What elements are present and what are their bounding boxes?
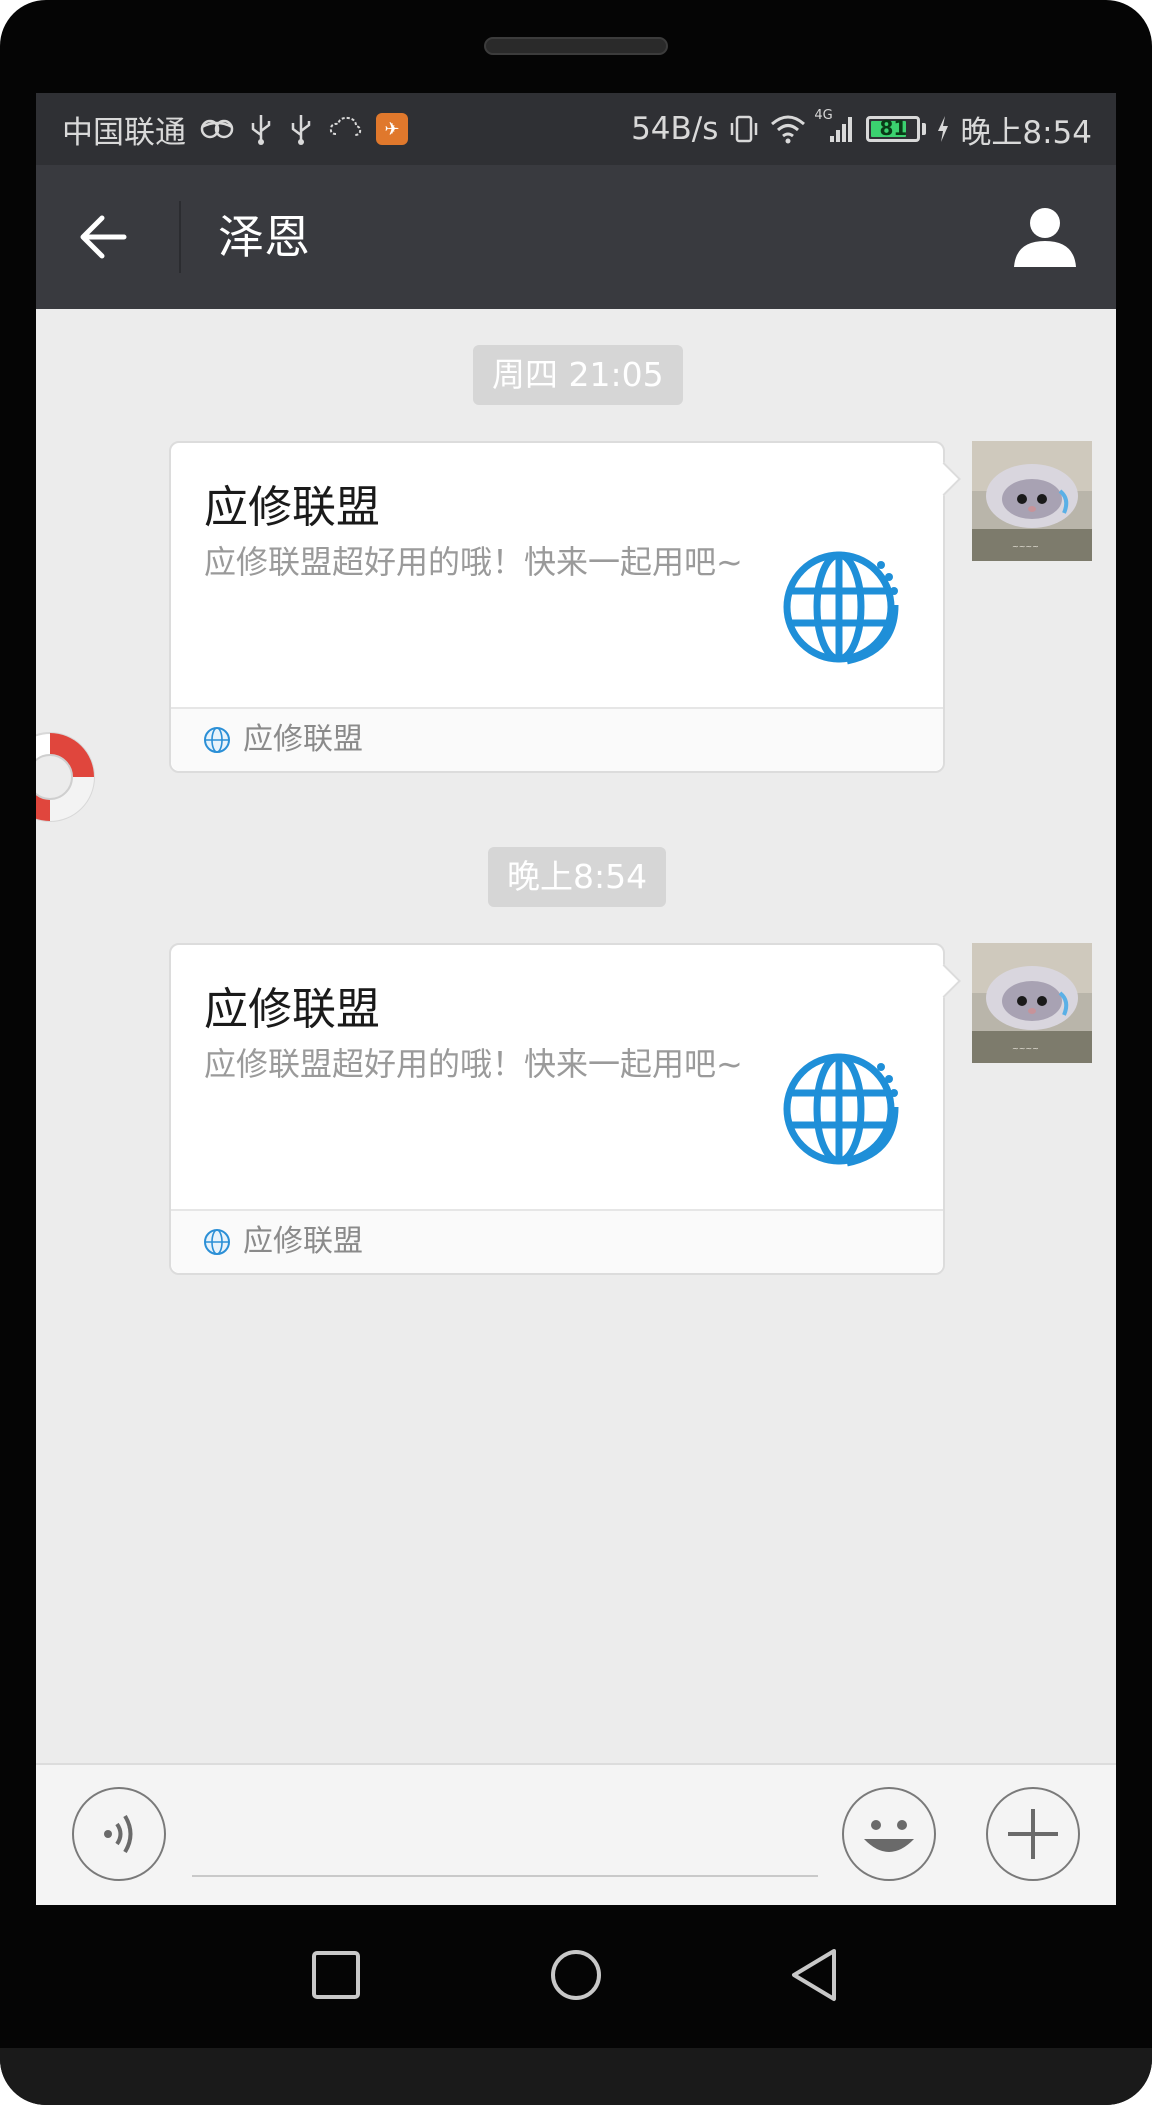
- svg-text:~~~~: ~~~~: [1012, 542, 1039, 551]
- battery-level-label: 81: [879, 116, 908, 140]
- smiley-icon: [864, 1820, 914, 1852]
- card-description: 应修联盟超好用的哦！快来一起用吧~: [204, 543, 743, 581]
- emoji-button[interactable]: [842, 1787, 936, 1881]
- globe-icon: [204, 727, 230, 753]
- usb-icon: [288, 113, 314, 145]
- avatar[interactable]: ~~~~: [972, 441, 1092, 561]
- battery-icon: 81: [866, 116, 921, 142]
- timestamp-pill: 周四 21:05: [473, 345, 683, 405]
- link-card-message[interactable]: 应修联盟 应修联盟超好用的哦！快来一起用吧~ 应修联盟: [169, 441, 945, 773]
- link-card-message[interactable]: 应修联盟 应修联盟超好用的哦！快来一起用吧~ 应修联盟: [169, 943, 945, 1275]
- earpiece-speaker: [484, 37, 668, 55]
- back-button[interactable]: [74, 207, 134, 267]
- avatar[interactable]: ~~~~: [972, 943, 1092, 1063]
- voice-icon: [104, 1814, 133, 1854]
- status-bar: 中国联通 ✈ 54B/s 4G 81 晚上8:54: [36, 93, 1116, 165]
- battery-tip: [922, 123, 927, 135]
- signal-icon: 4G: [814, 108, 856, 144]
- glasses-icon: [200, 115, 234, 143]
- timestamp-pill: 晚上8:54: [488, 847, 667, 907]
- system-nav-bar: [0, 1905, 1152, 2045]
- globe-icon: [781, 543, 905, 667]
- wifi-icon: [770, 114, 806, 144]
- plus-icon: [1008, 1809, 1058, 1859]
- svg-text:~~~~: ~~~~: [1012, 1044, 1039, 1053]
- card-source-label: 应修联盟: [243, 1224, 363, 1259]
- carrier-label: 中国联通: [62, 114, 186, 151]
- title-divider: [179, 201, 181, 273]
- circle-home-icon: [551, 1950, 601, 2000]
- globe-icon: [781, 1045, 905, 1169]
- phone-frame: 中国联通 ✈ 54B/s 4G 81 晚上8:54 泽恩 周四 21:05 应修…: [0, 0, 1152, 2105]
- vibrate-icon: [728, 113, 760, 145]
- card-source-label: 应修联盟: [243, 722, 363, 757]
- card-description: 应修联盟超好用的哦！快来一起用吧~: [204, 1045, 743, 1083]
- title-bar: 泽恩: [36, 165, 1116, 309]
- network-type-label: 4G: [814, 108, 833, 123]
- card-title: 应修联盟: [204, 482, 380, 533]
- screen: 中国联通 ✈ 54B/s 4G 81 晚上8:54 泽恩 周四 21:05 应修…: [36, 93, 1116, 1905]
- recent-apps-button[interactable]: [298, 1937, 374, 2013]
- square-recent-icon: [312, 1951, 360, 1999]
- more-actions-button[interactable]: [986, 1787, 1080, 1881]
- home-button[interactable]: [538, 1937, 614, 2013]
- app-notification-icon: ✈: [376, 113, 408, 145]
- status-right: 54B/s 4G 81 晚上8:54: [631, 93, 1092, 165]
- card-footer: 应修联盟: [171, 707, 943, 771]
- person-icon: [1014, 208, 1076, 267]
- net-speed-label: 54B/s: [631, 111, 719, 147]
- message-input[interactable]: [192, 1815, 818, 1877]
- charging-icon: [936, 115, 950, 143]
- card-title: 应修联盟: [204, 984, 380, 1035]
- input-bar: [36, 1763, 1116, 1905]
- card-footer: 应修联盟: [171, 1209, 943, 1273]
- globe-icon: [204, 1229, 230, 1255]
- chat-title: 泽恩: [218, 210, 310, 264]
- phone-bottom-edge: [0, 2048, 1152, 2105]
- arrow-left-icon: [80, 215, 127, 259]
- contact-info-button[interactable]: [1012, 205, 1078, 269]
- clock-label: 晚上8:54: [960, 114, 1092, 151]
- triangle-back-icon: [792, 1949, 836, 2001]
- status-left: 中国联通 ✈: [62, 93, 408, 165]
- back-nav-button[interactable]: [778, 1937, 854, 2013]
- weather-icon: [328, 114, 362, 144]
- voice-button[interactable]: [72, 1787, 166, 1881]
- floating-assistant-lifebuoy[interactable]: [36, 725, 102, 829]
- usb-icon: [248, 113, 274, 145]
